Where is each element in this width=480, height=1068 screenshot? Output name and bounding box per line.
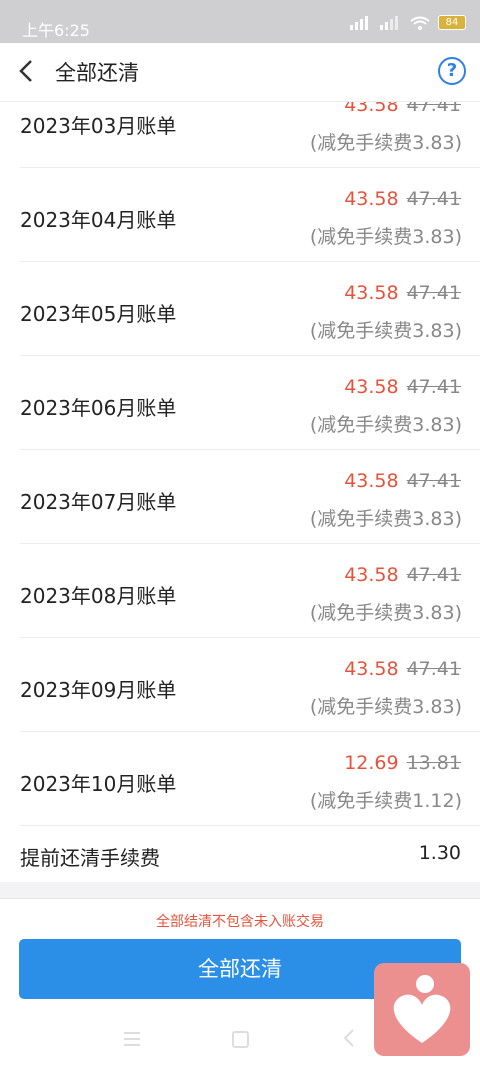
bill-amount-now: 43.58 bbox=[344, 658, 399, 680]
bill-amount-now: 43.58 bbox=[344, 282, 399, 304]
bill-amount-now: 43.58 bbox=[344, 188, 399, 210]
bill-row: 2023年03月账单 43.58 47.41 (减免手续费3.83) bbox=[20, 102, 480, 168]
bill-amount: 43.58 47.41 bbox=[344, 564, 461, 586]
battery-icon: 84 bbox=[438, 15, 466, 30]
bill-row: 2023年06月账单 43.58 47.41 (减免手续费3.83) bbox=[20, 356, 480, 450]
bill-label: 2023年05月账单 bbox=[20, 302, 177, 326]
bill-amount-original: 47.41 bbox=[406, 470, 461, 492]
bill-amount-original: 47.41 bbox=[406, 282, 461, 304]
page-title: 全部还清 bbox=[55, 61, 139, 85]
bill-label: 2023年04月账单 bbox=[20, 208, 177, 232]
prepay-fee-label: 提前还清手续费 bbox=[20, 846, 160, 870]
settle-notice: 全部结清不包含未入账交易 bbox=[156, 914, 324, 930]
signal-icon-2 bbox=[380, 15, 398, 30]
bill-fee-note: (减免手续费3.83) bbox=[309, 132, 462, 154]
bill-label: 2023年06月账单 bbox=[20, 396, 177, 420]
bill-amount: 43.58 47.41 bbox=[344, 188, 461, 210]
bill-amount-now: 12.69 bbox=[344, 752, 399, 774]
bill-row: 2023年09月账单 43.58 47.41 (减免手续费3.83) bbox=[20, 638, 480, 732]
bill-amount-now: 43.58 bbox=[344, 470, 399, 492]
bill-row: 2023年10月账单 12.69 13.81 (减免手续费1.12) bbox=[20, 732, 480, 826]
bill-amount: 43.58 47.41 bbox=[344, 658, 461, 680]
bill-amount: 43.58 47.41 bbox=[344, 282, 461, 304]
prepay-fee-value: 1.30 bbox=[418, 842, 461, 864]
bill-fee-note: (减免手续费3.83) bbox=[309, 508, 462, 530]
bill-label: 2023年07月账单 bbox=[20, 490, 177, 514]
bill-row: 2023年05月账单 43.58 47.41 (减免手续费3.83) bbox=[20, 262, 480, 356]
status-time: 上午6:25 bbox=[22, 21, 90, 40]
bill-amount: 43.58 47.41 bbox=[344, 376, 461, 398]
home-icon[interactable] bbox=[232, 1031, 249, 1048]
bill-amount: 43.58 47.41 bbox=[344, 102, 461, 116]
nav-bar: 全部还清 ? bbox=[0, 43, 480, 102]
bill-amount-original: 47.41 bbox=[406, 102, 461, 116]
bill-row: 2023年07月账单 43.58 47.41 (减免手续费3.83) bbox=[20, 450, 480, 544]
bill-row: 2023年04月账单 43.58 47.41 (减免手续费3.83) bbox=[20, 168, 480, 262]
bill-amount-original: 47.41 bbox=[406, 376, 461, 398]
menu-icon[interactable] bbox=[124, 1032, 140, 1046]
bill-amount-now: 43.58 bbox=[344, 376, 399, 398]
bill-label: 2023年08月账单 bbox=[20, 584, 177, 608]
bill-fee-note: (减免手续费3.83) bbox=[309, 226, 462, 248]
bill-amount-original: 13.81 bbox=[406, 752, 461, 774]
floating-app-button[interactable] bbox=[374, 963, 470, 1056]
bill-label: 2023年10月账单 bbox=[20, 772, 177, 796]
bill-amount-original: 47.41 bbox=[406, 658, 461, 680]
bill-label: 2023年09月账单 bbox=[20, 678, 177, 702]
bill-list[interactable]: 2023年03月账单 43.58 47.41 (减免手续费3.83) 2023年0… bbox=[0, 102, 480, 882]
signal-icon bbox=[350, 15, 368, 30]
bill-fee-note: (减免手续费3.83) bbox=[309, 696, 462, 718]
status-icons: 84 bbox=[350, 15, 466, 30]
bill-fee-note: (减免手续费3.83) bbox=[309, 320, 462, 342]
wifi-icon bbox=[410, 16, 430, 30]
bill-amount-now: 43.58 bbox=[344, 564, 399, 586]
back-nav-icon[interactable] bbox=[342, 1028, 356, 1048]
help-icon[interactable]: ? bbox=[438, 57, 466, 85]
bill-fee-note: (减免手续费1.12) bbox=[309, 790, 462, 812]
bill-amount: 43.58 47.41 bbox=[344, 470, 461, 492]
bill-amount-now: 43.58 bbox=[344, 102, 399, 116]
bill-row: 2023年08月账单 43.58 47.41 (减免手续费3.83) bbox=[20, 544, 480, 638]
status-bar: 上午6:25 84 bbox=[0, 0, 480, 43]
bill-amount: 12.69 13.81 bbox=[344, 752, 461, 774]
heart-person-icon bbox=[393, 975, 451, 1043]
bill-label: 2023年03月账单 bbox=[20, 114, 177, 138]
bill-fee-note: (减免手续费3.83) bbox=[309, 602, 462, 624]
prepay-fee-row: 提前还清手续费 1.30 bbox=[20, 826, 480, 882]
bill-fee-note: (减免手续费3.83) bbox=[309, 414, 462, 436]
back-icon[interactable] bbox=[12, 56, 42, 86]
bill-amount-original: 47.41 bbox=[406, 564, 461, 586]
bill-amount-original: 47.41 bbox=[406, 188, 461, 210]
